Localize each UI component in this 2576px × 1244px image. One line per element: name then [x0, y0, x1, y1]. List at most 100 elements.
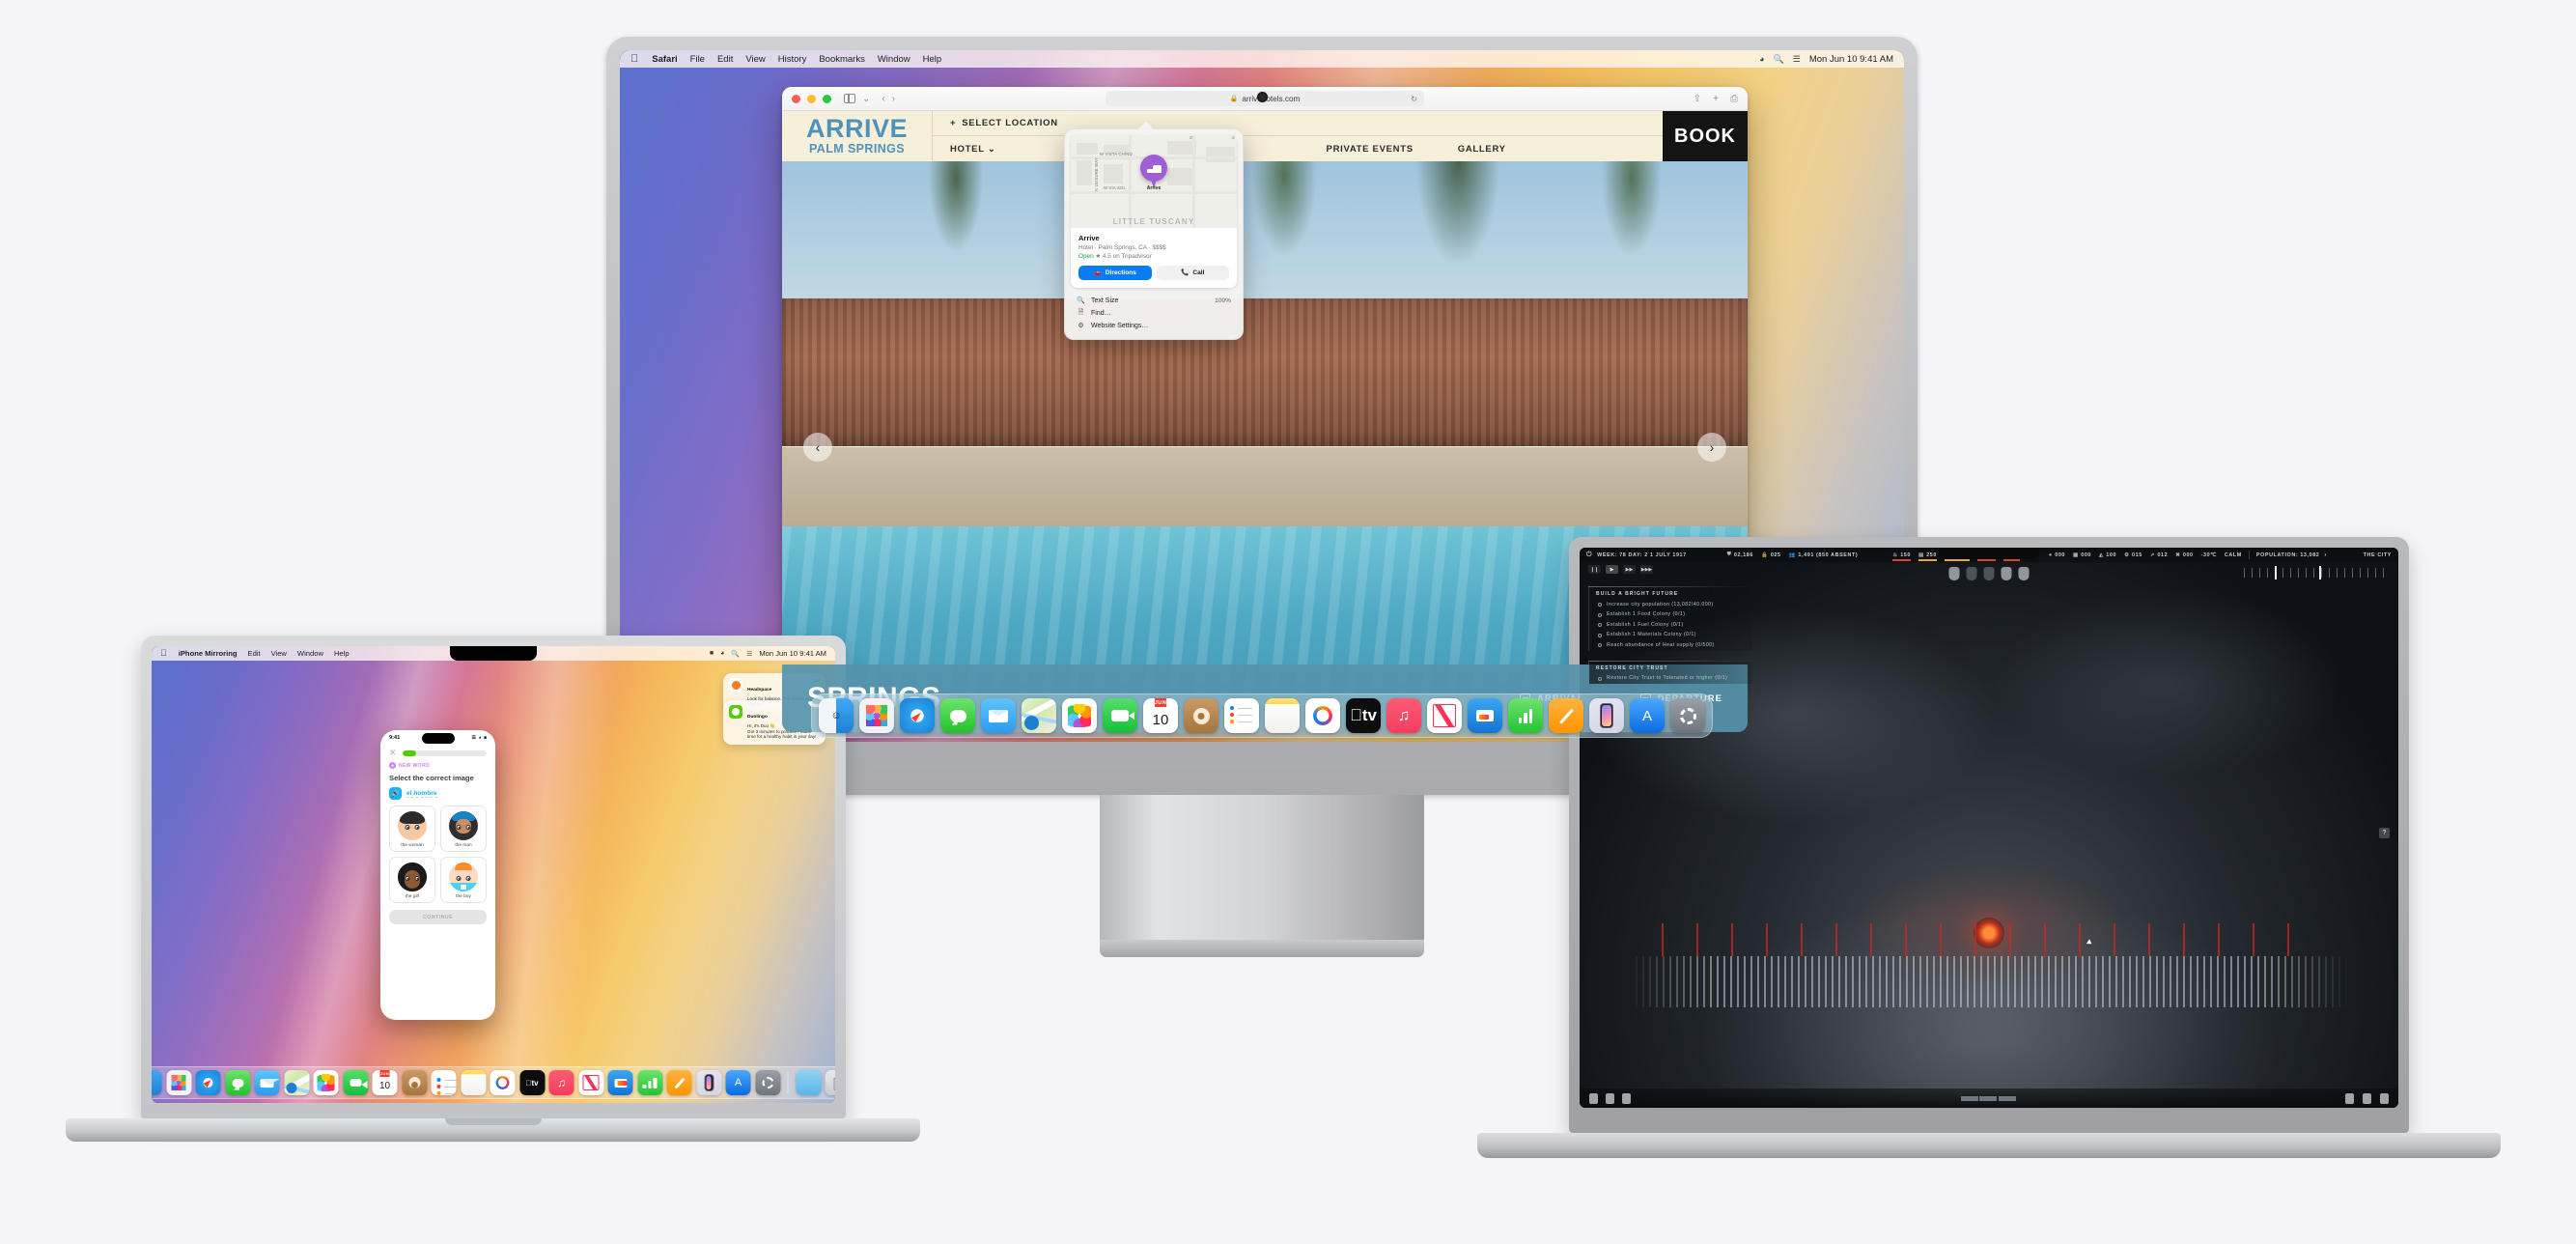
- macos-dock[interactable]: ☺ JUN 10 tv: [152, 1066, 835, 1099]
- play-button[interactable]: ▶: [1606, 565, 1618, 574]
- menubar-item-view[interactable]: View: [271, 649, 287, 658]
- menubar-item-history[interactable]: History: [778, 54, 807, 65]
- dock-folder-downloads[interactable]: [796, 1070, 821, 1095]
- dock-app-music[interactable]: ♫: [1386, 698, 1421, 733]
- menubar-item-help[interactable]: Help: [923, 54, 942, 65]
- answer-option[interactable]: the girl: [389, 857, 435, 903]
- dock-app-music[interactable]: ♫: [548, 1070, 574, 1095]
- help-button[interactable]: ?: [2379, 828, 2390, 838]
- dock-app-news[interactable]: [578, 1070, 603, 1095]
- reload-icon[interactable]: ↻: [1411, 95, 1417, 103]
- menubar-item-help[interactable]: Help: [334, 649, 350, 658]
- fast-forward-button[interactable]: ▶▶: [1623, 565, 1636, 574]
- iphone-mirroring-window[interactable]: 9:41 ☰ ◕ ■ ✕ ★ NEW WORD Select the corre…: [380, 730, 495, 1020]
- share-icon[interactable]: ⇧: [1694, 94, 1701, 104]
- answer-option[interactable]: the boy: [440, 857, 487, 903]
- menubar-item-safari[interactable]: Safari: [652, 54, 677, 65]
- chevron-down-icon[interactable]: ⌄: [862, 94, 870, 104]
- wifi-icon[interactable]: ◕: [1759, 54, 1764, 64]
- dock-app-messages[interactable]: [225, 1070, 250, 1095]
- menubar-item-bookmarks[interactable]: Bookmarks: [819, 54, 865, 65]
- stockpile-materials[interactable]: ▤ 250: [1918, 552, 1937, 561]
- dock-app-system-settings[interactable]: [1670, 698, 1705, 733]
- dock-app-news[interactable]: [1427, 698, 1462, 733]
- lesson-word[interactable]: el hombre: [406, 790, 437, 798]
- building-marker-icon[interactable]: [2001, 567, 2012, 580]
- objective-item[interactable]: Reach abundance of Heat supply (0/500): [1589, 640, 1752, 651]
- city-label[interactable]: THE CITY: [2364, 552, 2392, 558]
- dock-app-system-settings[interactable]: [755, 1070, 780, 1095]
- minimize-button[interactable]: [807, 94, 816, 103]
- apple-menu-icon[interactable]: : [630, 53, 638, 65]
- maps-preview-card[interactable]: W VISTA CHINO W VIA SOL N LEISURE WAY N …: [1071, 135, 1237, 288]
- dock-app-launchpad[interactable]: [166, 1070, 191, 1095]
- dock-app-finder[interactable]: ☺: [819, 698, 854, 733]
- dock-app-launchpad[interactable]: [859, 698, 894, 733]
- objective-item[interactable]: Increase city population (13,082/40,000): [1589, 600, 1752, 610]
- menubar-item-view[interactable]: View: [745, 54, 765, 65]
- dock-app-iphone-mirroring[interactable]: [696, 1070, 721, 1095]
- frostland-icon[interactable]: [2345, 1092, 2354, 1104]
- dock-app-iphone-mirroring[interactable]: [1589, 698, 1624, 733]
- dock-app-appletv[interactable]: tv: [1346, 698, 1381, 733]
- resource-coal[interactable]: ⛊ 02,186: [1727, 551, 1753, 558]
- battery-icon[interactable]: ■: [710, 650, 714, 657]
- dock-app-notes[interactable]: [1265, 698, 1300, 733]
- nav-item-gallery[interactable]: GALLERY: [1458, 144, 1506, 155]
- dock-app-messages[interactable]: [940, 698, 975, 733]
- dock-app-reminders[interactable]: [431, 1070, 457, 1095]
- stockpile-heat[interactable]: ♨ 150: [1892, 552, 1911, 561]
- control-center-icon[interactable]: ☰: [1793, 54, 1801, 65]
- fastest-button[interactable]: ▶▶▶: [1640, 565, 1653, 574]
- laws-icon[interactable]: [1589, 1092, 1598, 1104]
- wifi-icon[interactable]: ◕: [720, 650, 724, 657]
- nav-item-hotel[interactable]: HOTEL ⌄: [950, 144, 996, 155]
- dock-app-keynote[interactable]: [1468, 698, 1502, 733]
- tab-overview-icon[interactable]: ⎙: [1730, 94, 1738, 104]
- zoom-button[interactable]: [823, 94, 831, 103]
- book-button[interactable]: BOOK: [1663, 111, 1748, 161]
- menubar-item-file[interactable]: File: [690, 54, 705, 65]
- directions-button[interactable]: 🚗 Directions: [1078, 265, 1152, 280]
- sidebar-toggle-icon[interactable]: [844, 93, 855, 104]
- dock-app-app-store[interactable]: A: [725, 1070, 751, 1095]
- macos-menubar[interactable]:  Safari File Edit View History Bookmark…: [620, 50, 1904, 68]
- dock-app-keynote[interactable]: [607, 1070, 633, 1095]
- dock-app-finder[interactable]: ☺: [152, 1070, 162, 1095]
- dock-app-app-store[interactable]: A: [1630, 698, 1665, 733]
- menubar-item-iphone-mirroring[interactable]: iPhone Mirroring: [179, 649, 238, 658]
- dock-app-contacts[interactable]: [1184, 698, 1218, 733]
- dock-app-mail[interactable]: [981, 698, 1016, 733]
- build-icon[interactable]: [2380, 1092, 2389, 1104]
- pause-button[interactable]: ❙❙: [1588, 565, 1601, 574]
- new-tab-icon[interactable]: +: [1713, 94, 1719, 104]
- forward-button[interactable]: ›: [892, 94, 895, 104]
- dock-app-numbers[interactable]: [637, 1070, 662, 1095]
- dock-app-freeform[interactable]: [490, 1070, 516, 1095]
- dock-app-maps[interactable]: [1022, 698, 1056, 733]
- dock-app-facetime[interactable]: [343, 1070, 368, 1095]
- speaker-icon[interactable]: 🔊: [389, 787, 402, 800]
- menubar-item-window[interactable]: Window: [878, 54, 910, 65]
- menu-item-find[interactable]: 🗎 Find…: [1073, 307, 1235, 320]
- building-marker-icon[interactable]: [1966, 567, 1977, 580]
- objective-item[interactable]: Establish 1 Food Colony (0/1): [1589, 610, 1752, 621]
- back-button[interactable]: ‹: [882, 94, 884, 104]
- resource-population[interactable]: 👥 1,491 (850 ABSENT): [1789, 552, 1859, 558]
- archive-icon[interactable]: [2363, 1092, 2371, 1104]
- call-button[interactable]: 📞 Call: [1156, 265, 1229, 280]
- build-slots[interactable]: [1960, 1095, 2016, 1101]
- dock-app-appletv[interactable]: tv: [519, 1070, 545, 1095]
- safari-popover[interactable]: W VISTA CHINO W VIA SOL N LEISURE WAY N …: [1064, 121, 1244, 340]
- dock-app-freeform[interactable]: [1305, 698, 1340, 733]
- macos-dock[interactable]: ☺ JUN 10 tv ♫: [811, 693, 1713, 738]
- answer-option[interactable]: the man: [440, 806, 487, 852]
- menu-item-text-size[interactable]: 🔍 Text Size 100%: [1073, 295, 1235, 307]
- objective-item[interactable]: Restore City Trust to Tolerated or highe…: [1589, 674, 1752, 685]
- close-icon[interactable]: ✕: [389, 749, 397, 757]
- search-icon[interactable]: 🔍: [731, 650, 740, 658]
- objective-item[interactable]: Establish 1 Fuel Colony (0/1): [1589, 620, 1752, 631]
- dock-app-notes[interactable]: [461, 1070, 486, 1095]
- dock-app-maps[interactable]: [284, 1070, 309, 1095]
- menubar-item-edit[interactable]: Edit: [248, 649, 261, 658]
